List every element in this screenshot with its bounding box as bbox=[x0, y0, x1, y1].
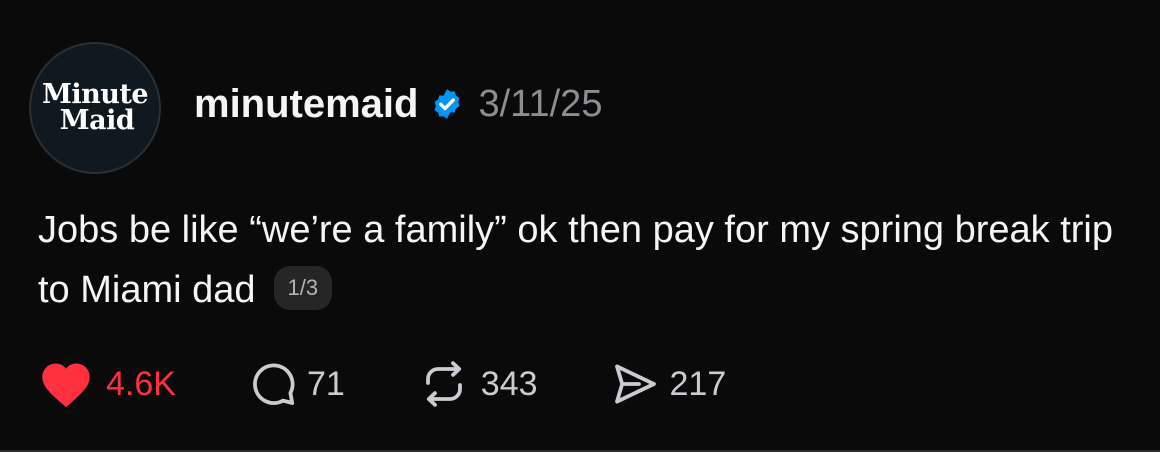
post-date: 3/11/25 bbox=[478, 82, 603, 125]
action-bar: 4.6K 71 343 217 bbox=[38, 360, 726, 408]
username[interactable]: minutemaid bbox=[194, 82, 418, 127]
repost-button[interactable]: 343 bbox=[417, 360, 538, 408]
heart-filled-icon bbox=[38, 359, 94, 409]
like-count: 4.6K bbox=[106, 364, 176, 403]
avatar-logo-line2: Maid bbox=[59, 105, 135, 136]
reply-button[interactable]: 71 bbox=[249, 360, 345, 408]
repost-icon bbox=[417, 360, 471, 408]
share-button[interactable]: 217 bbox=[610, 360, 727, 408]
reply-count: 71 bbox=[306, 364, 345, 403]
post-text: Jobs be like “we’re a family” ok then pa… bbox=[38, 209, 1113, 311]
carousel-page-indicator: 1/3 bbox=[273, 265, 333, 310]
post-header: minutemaid 3/11/25 bbox=[194, 78, 602, 130]
verified-badge-icon bbox=[430, 87, 464, 121]
like-button[interactable]: 4.6K bbox=[38, 359, 176, 409]
send-icon bbox=[610, 360, 660, 408]
post-card: Minute Maid minutemaid 3/11/25 Jobs be l… bbox=[0, 0, 1160, 452]
share-count: 217 bbox=[669, 364, 727, 403]
comment-bubble-icon bbox=[249, 360, 297, 408]
repost-count: 343 bbox=[480, 364, 538, 403]
avatar[interactable]: Minute Maid bbox=[31, 44, 159, 172]
post-text-container: Jobs be like “we’re a family” ok then pa… bbox=[38, 200, 1138, 320]
